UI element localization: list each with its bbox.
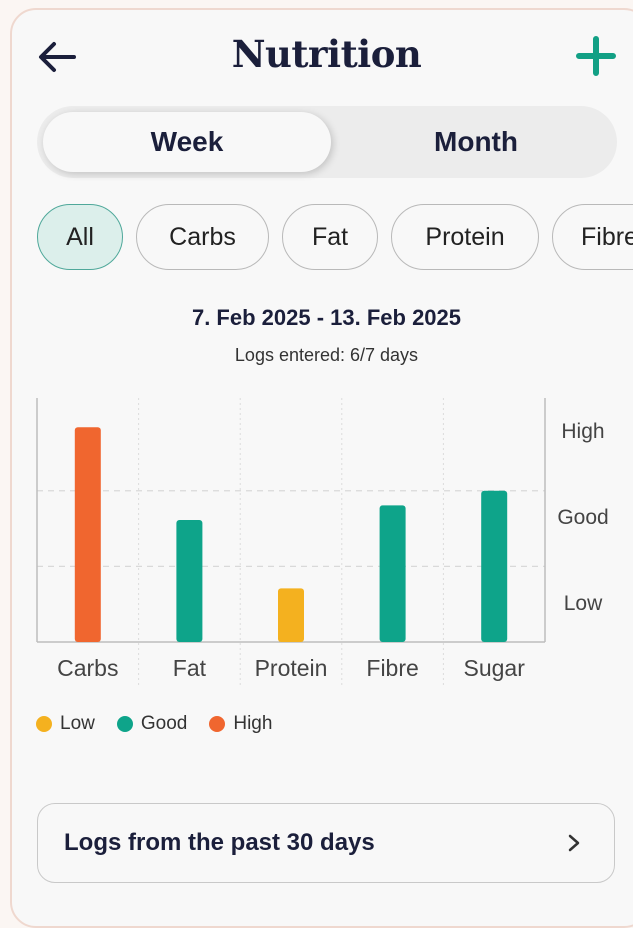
chevron-right-icon	[554, 823, 594, 863]
header: Nutrition	[0, 0, 633, 100]
x-tick-label-fibre: Fibre	[366, 655, 418, 681]
logs-past-30-days-label: Logs from the past 30 days	[64, 829, 375, 856]
y-level-label-high: High	[561, 420, 604, 443]
logs-past-30-days-button[interactable]: Logs from the past 30 days	[37, 803, 615, 883]
legend-label-low: Low	[60, 713, 95, 734]
legend-item-high: High	[209, 713, 272, 735]
legend-dot-low	[36, 716, 52, 732]
legend-dot-high	[209, 716, 226, 732]
date-range: 7. Feb 2025 - 13. Feb 2025	[191, 305, 462, 330]
chip-fibre[interactable]: Fibre	[552, 204, 633, 270]
x-tick-label-protein: Protein	[255, 655, 328, 681]
x-tick-label-carbs: Carbs	[57, 655, 118, 681]
y-level-label-low: Low	[564, 592, 603, 615]
month-toggle-button[interactable]: Month	[341, 112, 611, 172]
bar-protein	[278, 588, 304, 642]
period-toggle: Week Month	[37, 106, 617, 178]
legend-label-high: High	[233, 713, 273, 734]
y-level-label-good: Good	[557, 506, 608, 529]
add-button[interactable]	[574, 34, 618, 78]
legend-label-good: Good	[140, 713, 188, 734]
legend-item-good: Good	[116, 713, 188, 735]
x-tick-label-sugar: Sugar	[464, 655, 526, 681]
x-tick-label-fat: Fat	[173, 655, 207, 681]
bar-sugar	[481, 490, 508, 642]
chip-carbs[interactable]: Carbs	[136, 204, 269, 270]
week-toggle-button[interactable]: Week	[43, 112, 331, 172]
chart-legend: Low Good High	[36, 713, 294, 735]
chip-protein[interactable]: Protein	[391, 204, 539, 270]
bar-carbs	[74, 427, 101, 642]
chip-all[interactable]: All	[37, 204, 123, 270]
legend-item-low: Low	[36, 713, 95, 735]
page-title: Nutrition	[231, 32, 422, 76]
logs-entered-count: Logs entered: 6/7 days	[234, 345, 419, 365]
bar-fibre	[379, 505, 406, 642]
chip-fat[interactable]: Fat	[282, 204, 378, 270]
filter-chips: All Carbs Fat Protein Fibre	[37, 204, 633, 274]
plus-icon	[576, 36, 616, 76]
legend-dot-good	[116, 716, 133, 732]
bar-fat	[176, 520, 203, 642]
nutrition-bar-chart: High Good Low Carbs Fat Protein Fibre Sugar	[36, 398, 609, 687]
